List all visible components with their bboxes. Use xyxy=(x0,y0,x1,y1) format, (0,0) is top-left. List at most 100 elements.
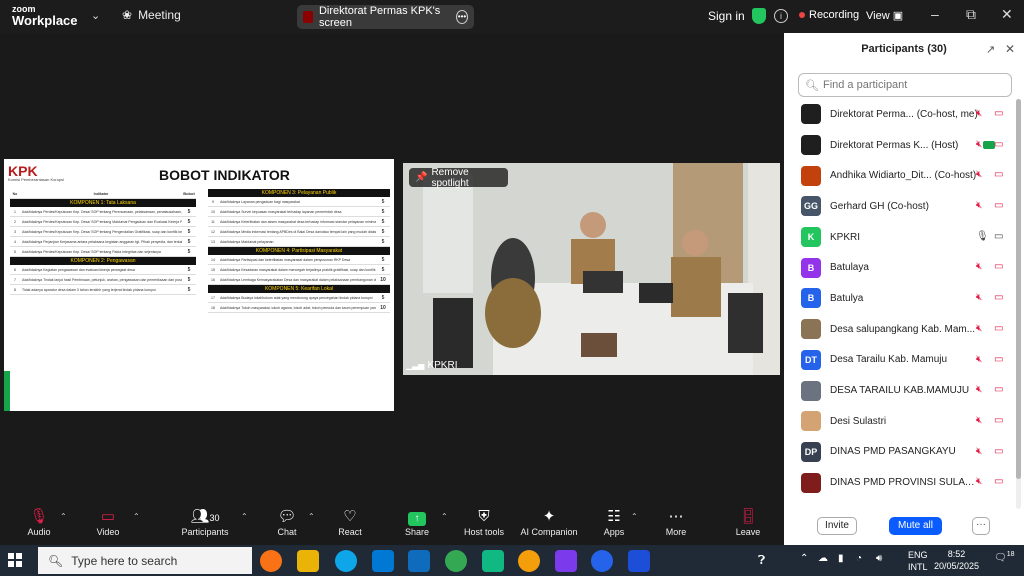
camera-off-icon[interactable]: ▭ xyxy=(994,261,1003,272)
recording-indicator[interactable]: Recording xyxy=(799,9,859,21)
participants-caret-icon[interactable]: ⌃ xyxy=(241,512,248,521)
mic-muted-icon[interactable]: 🔇︎ xyxy=(976,200,982,211)
zoom-taskbar-icon[interactable] xyxy=(591,550,613,572)
participant-row[interactable]: DP DINAS PMD PASANGKAYU 🔇︎ ▭ xyxy=(784,437,1016,468)
panel-close-icon[interactable]: ✕ xyxy=(1005,42,1015,56)
participant-row[interactable]: Andhika Widiarto_Dit... (Co-host) 🔇︎ ▭ xyxy=(784,160,1016,191)
chevron-down-icon[interactable]: ⌄ xyxy=(91,9,100,22)
camera-off-icon[interactable]: ▭ xyxy=(994,139,1003,150)
share-caret-icon[interactable]: ⌃ xyxy=(441,512,448,521)
camera-off-icon[interactable]: ▭ xyxy=(994,415,1003,426)
more-toolbar-button[interactable]: ⋯ More xyxy=(646,507,706,537)
camera-off-icon[interactable]: ▭ xyxy=(994,323,1003,334)
participant-row[interactable]: Direktorat Permas K... (Host) 🔇︎ ▭ xyxy=(784,130,1016,161)
participant-row[interactable]: Desi Sulastri 🔇︎ ▭ xyxy=(784,406,1016,437)
participant-scrollbar[interactable] xyxy=(1016,99,1021,509)
participant-row[interactable]: Direktorat Perma... (Co-host, me) 🔇︎ ▭ xyxy=(784,99,1016,130)
popout-icon[interactable]: ↗ xyxy=(986,43,995,56)
chrome-icon[interactable] xyxy=(445,550,467,572)
onedrive-icon[interactable]: ☁ xyxy=(818,553,828,564)
mute-all-button[interactable]: Mute all xyxy=(889,517,942,535)
taskbar-search[interactable]: 🔍︎ Type here to search xyxy=(38,547,252,574)
edge-icon[interactable] xyxy=(335,550,357,572)
participant-row[interactable]: GG Gerhard GH (Co-host) 🔇︎ ▭ xyxy=(784,191,1016,222)
camera-off-icon[interactable]: ▭ xyxy=(994,446,1003,457)
notification-icon[interactable]: 🗨︎18 xyxy=(994,551,1015,563)
mic-muted-icon[interactable]: 🔇︎ xyxy=(976,169,982,180)
zoom-logo: zoom Workplace xyxy=(12,5,78,28)
participant-row[interactable]: B Batulaya 🔇︎ ▭ xyxy=(784,252,1016,283)
mic-muted-icon[interactable]: 🔇︎ xyxy=(976,108,982,119)
scrollbar-thumb[interactable] xyxy=(1016,99,1021,479)
file-explorer-icon[interactable] xyxy=(297,550,319,572)
tray-chevron-icon[interactable]: ⌃ xyxy=(800,553,808,564)
meeting-menu[interactable]: ❀ Meeting xyxy=(122,8,181,22)
camera-off-icon[interactable]: ▭ xyxy=(994,292,1003,303)
camera-off-icon[interactable]: ▭ xyxy=(994,231,1003,242)
battery-icon[interactable]: ▮ xyxy=(838,553,844,564)
wifi-icon[interactable]: ◔ xyxy=(856,553,862,564)
ai-companion-button[interactable]: ✦ AI Companion xyxy=(514,507,584,537)
camera-off-icon[interactable]: ▭ xyxy=(994,354,1003,365)
mic-muted-icon[interactable]: 🔇︎ xyxy=(976,446,982,457)
participant-row[interactable]: DT Desa Tarailu Kab. Mamuju 🔇︎ ▭ xyxy=(784,345,1016,376)
mic-muted-icon[interactable]: 🔇︎ xyxy=(976,384,982,395)
capcut-icon[interactable] xyxy=(482,550,504,572)
sign-in-link[interactable]: Sign in xyxy=(708,9,745,23)
cloud-app-icon[interactable] xyxy=(518,550,540,572)
camera-off-icon[interactable]: ▭ xyxy=(994,200,1003,211)
mic-icon[interactable]: 🎙︎ xyxy=(976,231,989,242)
more-button[interactable]: ··· xyxy=(972,517,990,535)
camera-off-icon[interactable]: ▭ xyxy=(994,384,1003,395)
security-shield-icon[interactable] xyxy=(752,8,766,24)
windows-start-icon[interactable] xyxy=(8,553,22,567)
restore-icon[interactable]: ⧉ xyxy=(966,6,976,23)
react-button[interactable]: ♡ React xyxy=(320,507,380,537)
mic-muted-icon[interactable]: 🔇︎ xyxy=(976,261,982,272)
participant-row[interactable]: B Batulya 🔇︎ ▭ xyxy=(784,283,1016,314)
participants-button[interactable]: 👥︎30 Participants xyxy=(175,507,235,537)
mic-muted-icon[interactable]: 🔇︎ xyxy=(976,354,982,365)
close-icon[interactable]: ✕ xyxy=(1001,6,1013,23)
view-menu[interactable]: View ▣ xyxy=(866,9,903,22)
mic-muted-icon[interactable]: 🔇︎ xyxy=(976,476,982,487)
volume-icon[interactable]: 🔊︎ xyxy=(876,553,882,564)
camera-off-icon[interactable]: ▭ xyxy=(994,108,1003,119)
info-icon[interactable]: i xyxy=(774,9,788,23)
word-icon[interactable] xyxy=(628,550,650,572)
remove-spotlight-button[interactable]: 📌 Remove spotlight xyxy=(409,167,508,189)
camera-off-icon[interactable]: ▭ xyxy=(994,169,1003,180)
search-input[interactable] xyxy=(822,79,1003,91)
participant-row[interactable]: K KPKRI 🎙︎ ▭ xyxy=(784,222,1016,253)
spotlight-video[interactable] xyxy=(403,163,780,375)
mic-muted-icon[interactable]: 🔇︎ xyxy=(976,415,982,426)
audio-caret-icon[interactable]: ⌃ xyxy=(60,512,67,521)
minimize-icon[interactable]: – xyxy=(931,6,939,22)
more-options-icon[interactable]: ••• xyxy=(456,10,468,24)
share-button[interactable]: ↑ Share xyxy=(387,507,447,537)
video-caret-icon[interactable]: ⌃ xyxy=(133,512,140,521)
outlook-icon[interactable] xyxy=(408,550,430,572)
store-icon[interactable] xyxy=(372,550,394,572)
participant-search[interactable]: 🔍︎ xyxy=(798,73,1012,97)
mic-muted-icon[interactable]: 🔇︎ xyxy=(976,139,982,150)
mic-muted-icon[interactable]: 🔇︎ xyxy=(976,292,982,303)
teams-icon[interactable] xyxy=(555,550,577,572)
mic-muted-icon[interactable]: 🔇︎ xyxy=(976,323,982,334)
camera-off-icon[interactable]: ▭ xyxy=(994,476,1003,487)
video-button[interactable]: ▭ Video xyxy=(78,507,138,537)
participant-row[interactable]: DESA TARAILU KAB.MAMUJU 🔇︎ ▭ xyxy=(784,375,1016,406)
chat-caret-icon[interactable]: ⌃ xyxy=(308,512,315,521)
taskbar-clock[interactable]: 8:52 20/05/2025 xyxy=(934,548,979,572)
participant-row[interactable]: DINAS PMD PROVINSI SULAWE... 🔇︎ ▭ xyxy=(784,467,1016,498)
leave-button[interactable]: 🚪︎ Leave xyxy=(718,507,778,537)
firefox-icon[interactable] xyxy=(260,550,282,572)
row-bobot: 5 xyxy=(187,208,191,215)
participant-row[interactable]: Desa salupangkang Kab. Mam... 🔇︎ ▭ xyxy=(784,314,1016,345)
screen-share-pill[interactable]: Direktorat Permas KPK's screen ••• xyxy=(297,5,474,29)
host-tools-button[interactable]: ⛨ Host tools xyxy=(454,507,514,537)
invite-button[interactable]: Invite xyxy=(817,517,857,535)
language-indicator[interactable]: ENG INTL xyxy=(908,549,928,573)
apps-caret-icon[interactable]: ⌃ xyxy=(631,512,638,521)
help-icon[interactable]: ❓︎ xyxy=(758,553,765,568)
